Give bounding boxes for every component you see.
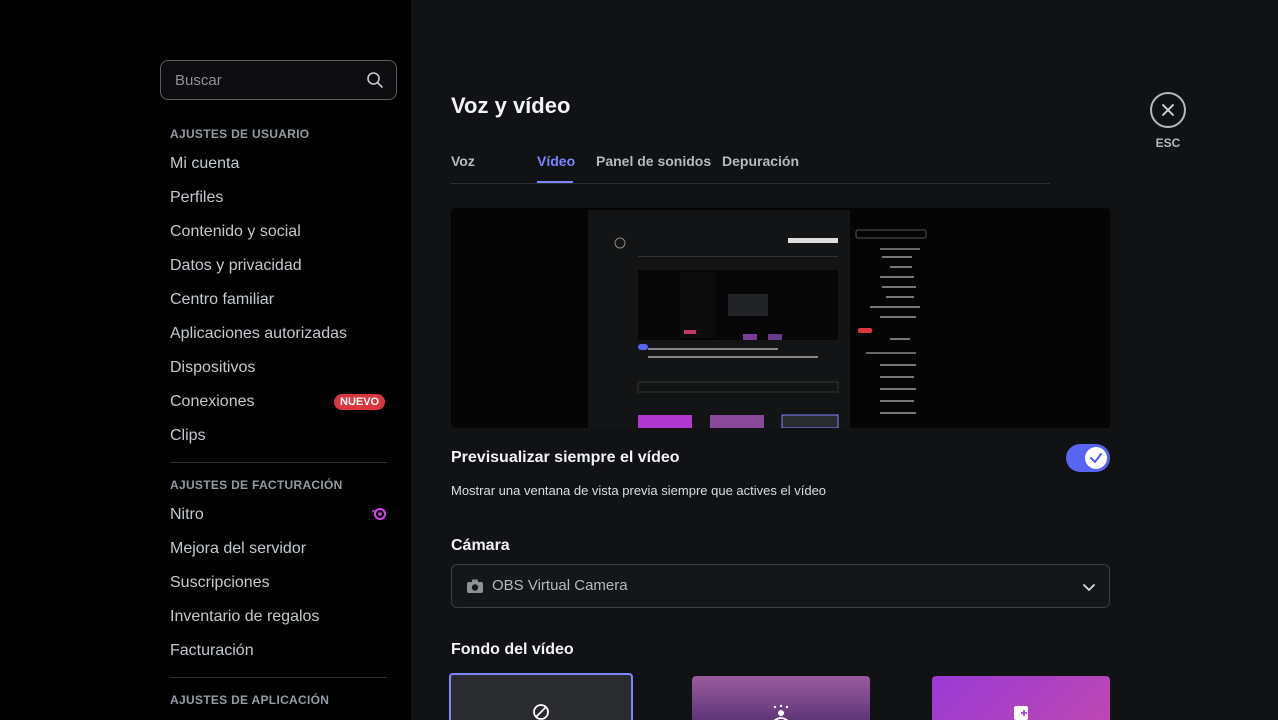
camera-icon bbox=[467, 579, 483, 593]
sidebar-item-authorized-apps[interactable]: Aplicaciones autorizadas bbox=[170, 325, 347, 343]
nitro-icon bbox=[372, 508, 386, 520]
category-billing-settings: AJUSTES DE FACTURACIÓN bbox=[170, 478, 343, 492]
always-preview-label: Previsualizar siempre el vídeo bbox=[451, 449, 680, 466]
toggle-knob bbox=[1085, 447, 1107, 469]
sidebar-item-gift-inventory[interactable]: Inventario de regalos bbox=[170, 608, 319, 626]
sidebar-item-connections[interactable]: Conexiones bbox=[170, 393, 255, 411]
tab-soundboard[interactable]: Panel de sonidos bbox=[596, 153, 711, 169]
active-tab-indicator bbox=[537, 181, 573, 183]
settings-sidebar: Buscar AJUSTES DE USUARIO Mi cuenta Perf… bbox=[0, 0, 411, 720]
category-app-settings: AJUSTES DE APLICACIÓN bbox=[170, 693, 330, 707]
esc-label: ESC bbox=[1155, 136, 1181, 150]
new-badge: NUEVO bbox=[334, 394, 386, 410]
camera-label: Cámara bbox=[451, 537, 510, 554]
camera-select[interactable]: OBS Virtual Camera bbox=[451, 564, 1110, 608]
always-preview-description: Mostrar una ventana de vista previa siem… bbox=[451, 483, 827, 498]
background-option-upload[interactable] bbox=[932, 676, 1110, 720]
sidebar-item-family-center[interactable]: Centro familiar bbox=[170, 291, 274, 309]
sidebar-item-nitro[interactable]: Nitro bbox=[170, 506, 204, 524]
search-icon bbox=[367, 72, 383, 88]
camera-selected-value: OBS Virtual Camera bbox=[492, 577, 628, 594]
preview-screen-sidebar bbox=[850, 210, 974, 428]
tab-debug[interactable]: Depuración bbox=[722, 153, 799, 169]
close-button[interactable] bbox=[1150, 92, 1186, 128]
check-icon bbox=[1089, 452, 1103, 464]
add-image-icon bbox=[1014, 706, 1028, 720]
sidebar-item-subscriptions[interactable]: Suscripciones bbox=[170, 574, 270, 592]
background-option-none[interactable] bbox=[449, 673, 633, 720]
category-user-settings: AJUSTES DE USUARIO bbox=[170, 127, 310, 141]
close-icon bbox=[1162, 104, 1174, 116]
tab-bar: Voz Vídeo Panel de sonidos Depuración bbox=[451, 152, 1050, 184]
sidebar-divider bbox=[170, 462, 387, 463]
always-preview-toggle[interactable] bbox=[1066, 444, 1110, 472]
video-background-label: Fondo del vídeo bbox=[451, 641, 574, 658]
sidebar-item-billing[interactable]: Facturación bbox=[170, 642, 254, 660]
sidebar-item-profiles[interactable]: Perfiles bbox=[170, 189, 223, 207]
sidebar-item-server-boost[interactable]: Mejora del servidor bbox=[170, 540, 306, 558]
blur-icon bbox=[773, 704, 789, 720]
page-title: Voz y vídeo bbox=[451, 93, 571, 118]
preview-mirrored-sidebar bbox=[855, 229, 927, 414]
sidebar-item-my-account[interactable]: Mi cuenta bbox=[170, 155, 239, 173]
no-background-icon bbox=[533, 704, 549, 720]
sidebar-divider bbox=[170, 677, 387, 678]
tab-video[interactable]: Vídeo bbox=[537, 153, 575, 169]
search-placeholder: Buscar bbox=[175, 72, 222, 89]
sidebar-item-data-privacy[interactable]: Datos y privacidad bbox=[170, 257, 302, 275]
preview-mirrored-ui bbox=[614, 237, 839, 428]
preview-screen-main bbox=[588, 210, 850, 428]
sidebar-item-clips[interactable]: Clips bbox=[170, 427, 206, 445]
video-preview bbox=[451, 208, 1110, 428]
search-input[interactable]: Buscar bbox=[160, 60, 397, 100]
tab-voice[interactable]: Voz bbox=[451, 153, 475, 169]
settings-content: Voz y vídeo Voz Vídeo Panel de sonidos D… bbox=[411, 0, 1278, 720]
sidebar-item-content-social[interactable]: Contenido y social bbox=[170, 223, 301, 241]
sidebar-item-devices[interactable]: Dispositivos bbox=[170, 359, 255, 377]
background-option-blur[interactable] bbox=[692, 676, 870, 720]
chevron-down-icon bbox=[1083, 584, 1095, 591]
